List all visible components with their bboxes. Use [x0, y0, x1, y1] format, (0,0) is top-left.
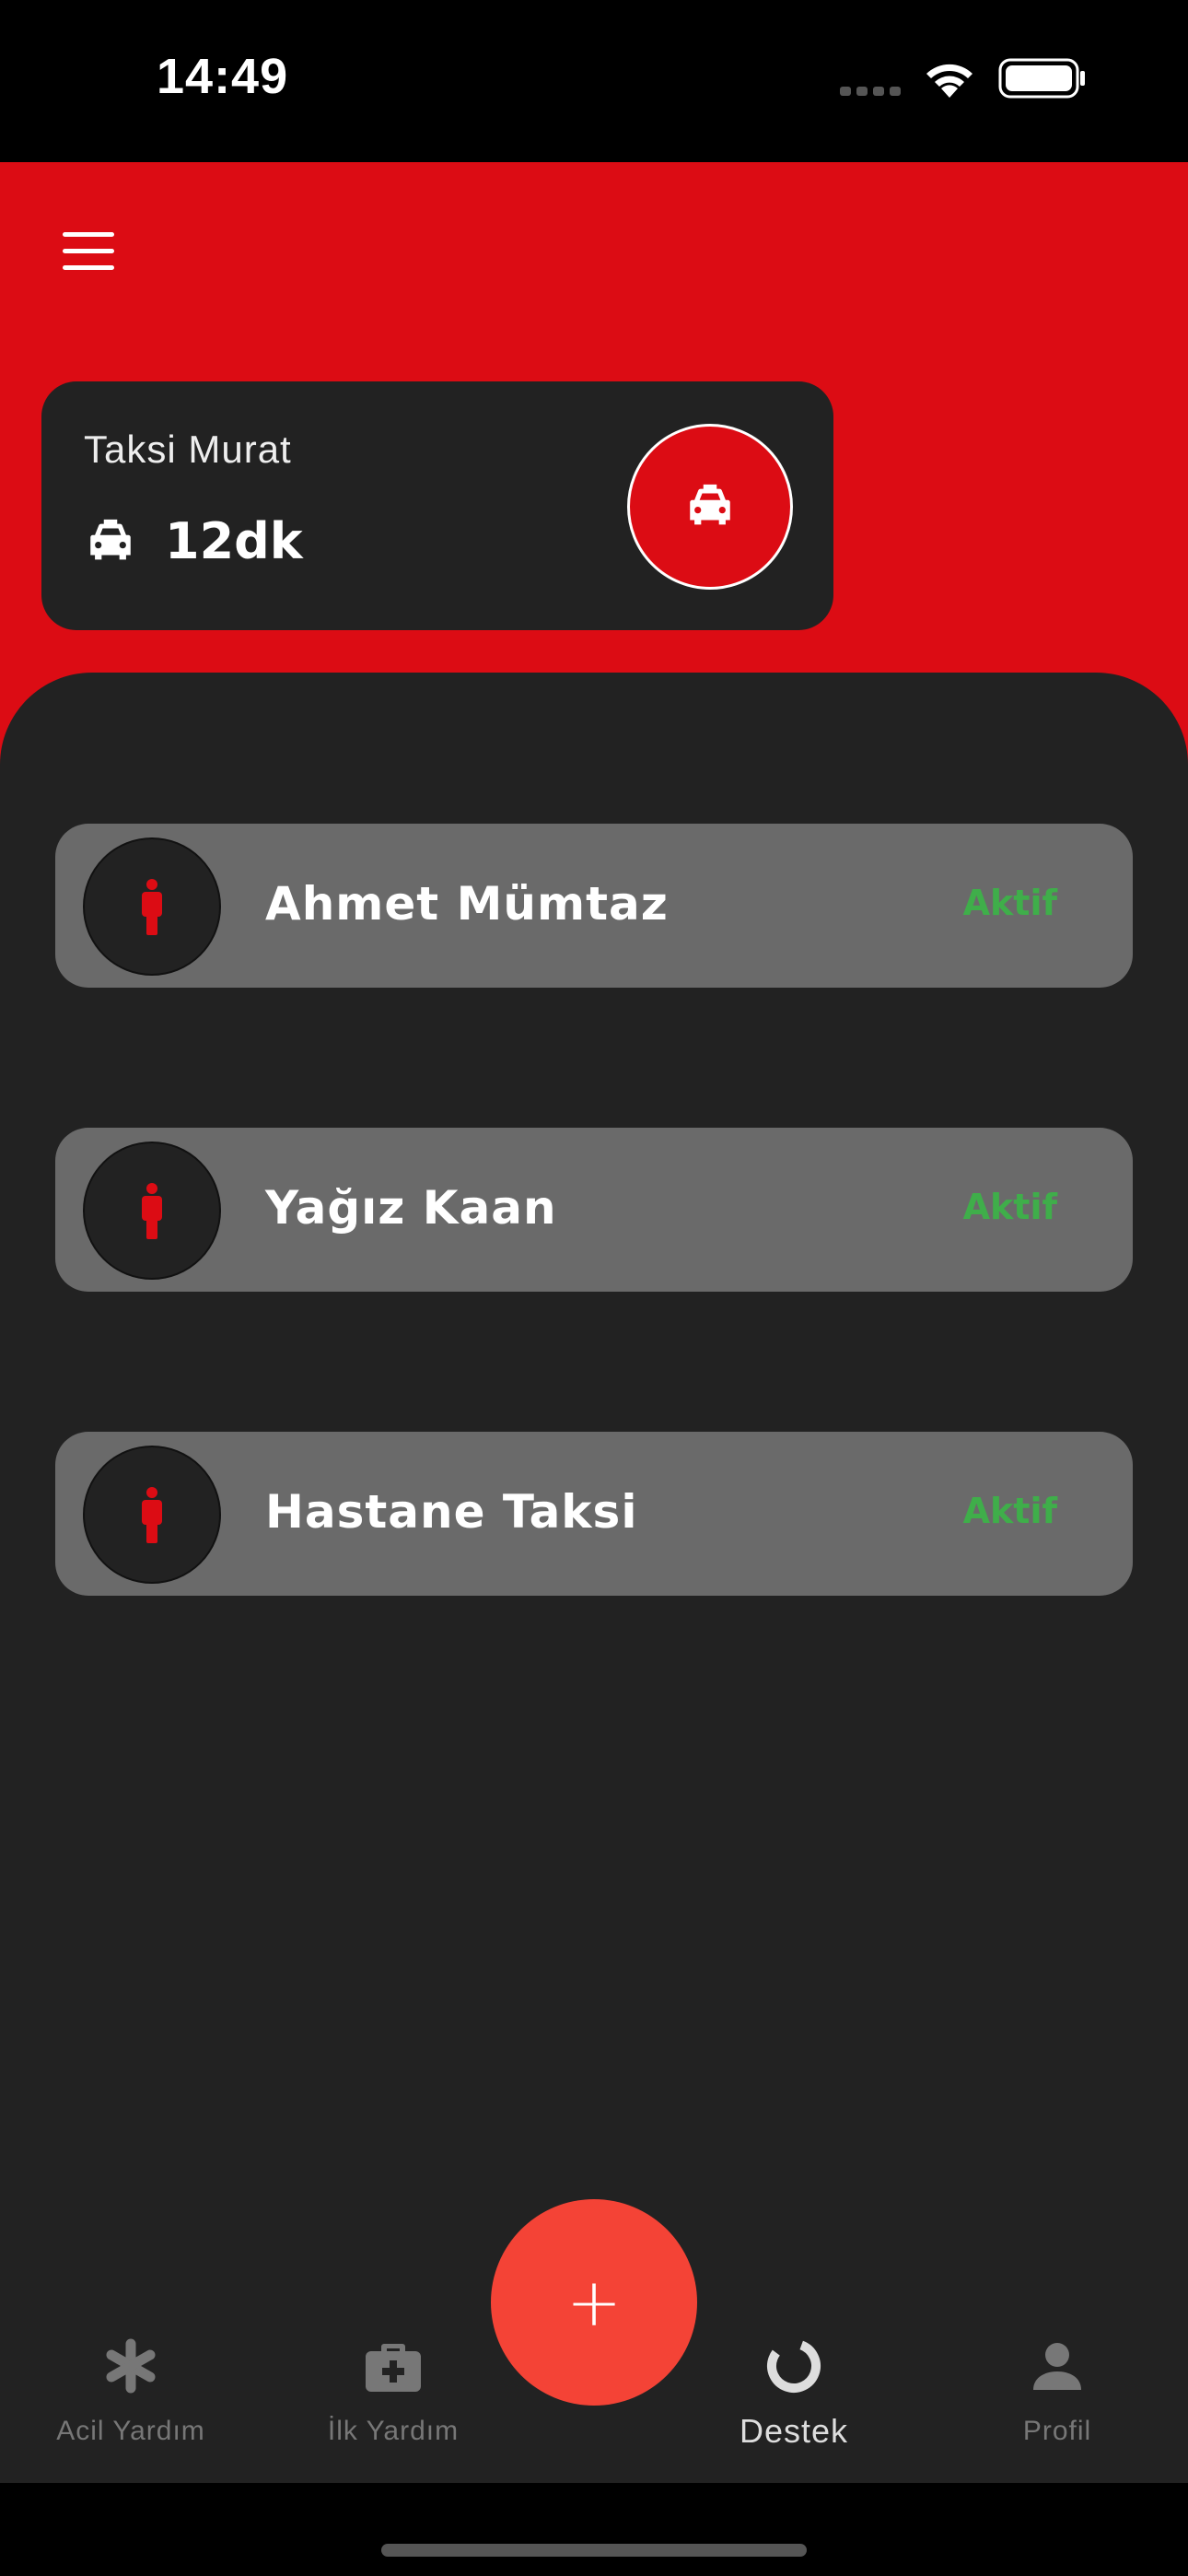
person-icon — [142, 1183, 162, 1239]
status-icons — [840, 57, 1087, 100]
loading-ring-icon — [763, 2329, 824, 2403]
nav-label: Profil — [1022, 2416, 1092, 2446]
asterisk-icon — [103, 2329, 158, 2403]
home-indicator-area — [0, 2483, 1188, 2576]
nav-label: Destek — [739, 2412, 849, 2450]
contact-name: Hastane Taksi — [265, 1485, 638, 1539]
add-button[interactable]: + — [491, 2199, 697, 2406]
home-indicator[interactable] — [381, 2544, 807, 2557]
nav-label: Acil Yardım — [56, 2416, 205, 2446]
first-aid-kit-icon — [364, 2329, 423, 2403]
person-icon — [142, 879, 162, 935]
driver-eta: 12dk — [165, 512, 303, 570]
nav-item-acil-yardim[interactable]: Acil Yardım — [11, 2322, 250, 2483]
cellular-signal-icon — [840, 87, 901, 96]
status-badge: Aktif — [962, 883, 1057, 923]
hamburger-menu-icon[interactable] — [63, 232, 114, 271]
avatar — [83, 1446, 221, 1584]
status-bar: 14:49 — [0, 0, 1188, 162]
driver-card[interactable]: Taksi Murat 12dk — [41, 381, 833, 630]
person-icon — [1031, 2329, 1083, 2403]
nav-label: İlk Yardım — [327, 2416, 460, 2446]
nav-item-destek[interactable]: Destek — [674, 2322, 914, 2483]
nav-item-ilk-yardim[interactable]: İlk Yardım — [274, 2322, 513, 2483]
avatar — [83, 837, 221, 976]
contact-name: Yağız Kaan — [265, 1181, 557, 1235]
status-time: 14:49 — [157, 49, 289, 104]
status-badge: Aktif — [962, 1187, 1057, 1227]
taxi-icon — [90, 519, 131, 559]
wifi-icon — [921, 57, 978, 100]
contact-name: Ahmet Mümtaz — [265, 877, 669, 931]
contact-row[interactable]: Hastane Taksi Aktif — [55, 1432, 1133, 1596]
status-badge: Aktif — [962, 1491, 1057, 1531]
contact-row[interactable]: Yağız Kaan Aktif — [55, 1128, 1133, 1292]
avatar — [83, 1142, 221, 1280]
taxi-icon — [690, 484, 730, 525]
battery-icon — [998, 57, 1087, 100]
nav-item-profil[interactable]: Profil — [938, 2322, 1177, 2483]
contact-row[interactable]: Ahmet Mümtaz Aktif — [55, 824, 1133, 988]
person-icon — [142, 1487, 162, 1543]
driver-name: Taksi Murat — [84, 427, 292, 471]
driver-eta-row: 12dk — [84, 512, 303, 570]
call-taxi-button[interactable] — [627, 424, 793, 590]
